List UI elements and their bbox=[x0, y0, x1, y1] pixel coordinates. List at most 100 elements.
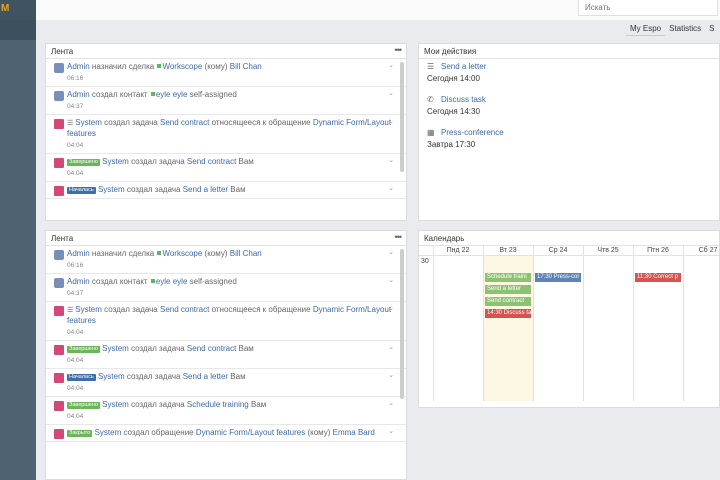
calendar-day-column[interactable] bbox=[683, 246, 719, 401]
feed-time: 04:04 bbox=[67, 142, 84, 149]
scrollbar[interactable] bbox=[400, 249, 404, 399]
feed-link[interactable]: System bbox=[75, 118, 102, 127]
tab-more[interactable]: S bbox=[705, 22, 718, 36]
feed-link[interactable]: Schedule training bbox=[187, 400, 249, 409]
feed-link[interactable]: Admin bbox=[67, 90, 90, 99]
chevron-down-icon[interactable]: ⌄ bbox=[388, 89, 394, 97]
feed-link[interactable]: Bill Chan bbox=[230, 249, 262, 258]
calendar-day-column[interactable] bbox=[483, 246, 533, 401]
feed-link[interactable]: System bbox=[102, 400, 129, 409]
feed-link[interactable]: Bill Chan bbox=[230, 62, 262, 71]
feed-link[interactable]: System bbox=[98, 185, 125, 194]
feed-link[interactable]: Emma Bard bbox=[333, 428, 375, 437]
calendar-event[interactable]: 11:30 Correct p bbox=[635, 273, 681, 282]
tab-my-espo[interactable]: My Espo bbox=[626, 22, 666, 36]
feed-link[interactable]: Workscope bbox=[162, 249, 202, 258]
action-item[interactable]: ✆ Discuss task Сегодня 14:30 bbox=[419, 92, 719, 125]
task-icon bbox=[54, 401, 64, 411]
chevron-down-icon[interactable]: ⌄ bbox=[388, 304, 394, 312]
feed-text: ☰ System создал задача Send contract отн… bbox=[67, 118, 392, 139]
panel-title: Мои действия bbox=[424, 47, 477, 56]
action-time: Сегодня 14:00 bbox=[427, 74, 480, 83]
feed-text-part: создал задача bbox=[101, 118, 160, 127]
task-icon bbox=[54, 306, 64, 316]
feed-item: Admin назначил сделка Workscope (кому) B… bbox=[46, 246, 406, 274]
calendar-day-column[interactable] bbox=[633, 246, 683, 401]
tab-statistics[interactable]: Statistics bbox=[665, 22, 705, 36]
calendar-event[interactable]: Send contract bbox=[485, 297, 531, 306]
chevron-down-icon[interactable]: ⌄ bbox=[388, 117, 394, 125]
feed-text: Admin создал контакт eyle eyle self-assi… bbox=[67, 277, 392, 287]
feed-item: Закрыто System создал обращение Dynamic … bbox=[46, 425, 406, 442]
panel-header: Мои действия bbox=[419, 44, 719, 59]
feed-text: Admin назначил сделка Workscope (кому) B… bbox=[67, 249, 392, 259]
feed-link[interactable]: Admin bbox=[67, 249, 90, 258]
calendar-event[interactable]: Schedule traini bbox=[485, 273, 531, 282]
scrollbar[interactable] bbox=[400, 62, 404, 172]
action-title[interactable]: Press-conference bbox=[441, 128, 504, 137]
feed-link[interactable]: Admin bbox=[67, 62, 90, 71]
calendar-day-column[interactable] bbox=[433, 246, 483, 401]
chevron-down-icon[interactable]: ⌄ bbox=[388, 399, 394, 407]
feed-item: Завершено System создал задача Schedule … bbox=[46, 397, 406, 425]
feed-link[interactable]: Send a letter bbox=[183, 185, 228, 194]
user-icon bbox=[54, 63, 64, 73]
feed-text: Закрыто System создал обращение Dynamic … bbox=[67, 428, 392, 438]
feed-link[interactable]: Send contract bbox=[187, 157, 236, 166]
chevron-down-icon[interactable]: ⌄ bbox=[388, 248, 394, 256]
feed-link[interactable]: Send a letter bbox=[183, 372, 228, 381]
feed-link[interactable]: System bbox=[75, 305, 102, 314]
status-badge: Началась bbox=[67, 374, 96, 381]
feed-link[interactable]: System bbox=[102, 344, 129, 353]
app-logo[interactable]: M bbox=[0, 0, 36, 20]
feed-text-part: относящееся к обращение bbox=[209, 305, 313, 314]
feed-text-part: Вам bbox=[248, 400, 267, 409]
chevron-down-icon[interactable]: ⌄ bbox=[388, 61, 394, 69]
feed-link[interactable]: System bbox=[102, 157, 129, 166]
feed-item: Началась System создал задача Send a let… bbox=[46, 369, 406, 397]
calendar-event[interactable]: 14:30 Discuss ta bbox=[485, 309, 531, 318]
sidebar-active-item[interactable] bbox=[0, 20, 36, 40]
chevron-down-icon[interactable]: ⌄ bbox=[388, 343, 394, 351]
feed-link[interactable]: Admin bbox=[67, 277, 90, 286]
panel-header: Лента ••• bbox=[46, 44, 406, 59]
feed-link[interactable]: Dynamic Form/Layout features bbox=[196, 428, 305, 437]
panel-menu-icon[interactable]: ••• bbox=[395, 45, 403, 55]
list-icon: ☰ bbox=[67, 120, 76, 127]
feed-link[interactable]: Send contract bbox=[160, 305, 209, 314]
feed-time: 04:37 bbox=[67, 103, 84, 110]
action-title[interactable]: Send a letter bbox=[441, 62, 486, 71]
calendar-day-column[interactable] bbox=[583, 246, 633, 401]
chevron-down-icon[interactable]: ⌄ bbox=[388, 156, 394, 164]
feed-text-part: относящееся к обращение bbox=[209, 118, 313, 127]
chevron-down-icon[interactable]: ⌄ bbox=[388, 184, 394, 192]
feed-item: Admin создал контакт eyle eyle self-assi… bbox=[46, 274, 406, 302]
chevron-down-icon[interactable]: ⌄ bbox=[388, 276, 394, 284]
feed-link[interactable]: eyle eyle bbox=[156, 90, 188, 99]
status-badge: Завершено bbox=[67, 402, 100, 409]
calendar-event[interactable]: 17:30 Press-cor bbox=[535, 273, 581, 282]
calendar-event[interactable]: Send a letter bbox=[485, 285, 531, 294]
feed-link[interactable]: Send contract bbox=[160, 118, 209, 127]
feed-text-part: создал контакт bbox=[89, 90, 150, 99]
feed-text-part: создал задача bbox=[124, 372, 183, 381]
action-item[interactable]: ▦ Press-conference Завтра 17:30 bbox=[419, 125, 719, 158]
search-input[interactable] bbox=[578, 0, 718, 16]
calendar-day-column[interactable] bbox=[533, 246, 583, 401]
feed-link[interactable]: eyle eyle bbox=[156, 277, 188, 286]
action-title[interactable]: Discuss task bbox=[441, 95, 486, 104]
status-dot-icon bbox=[157, 251, 162, 255]
action-item[interactable]: ☰ Send a letter Сегодня 14:00 bbox=[419, 59, 719, 92]
feed-link[interactable]: System bbox=[95, 428, 122, 437]
feed-link[interactable]: Workscope bbox=[162, 62, 202, 71]
panel-menu-icon[interactable]: ••• bbox=[395, 232, 403, 242]
chevron-down-icon[interactable]: ⌄ bbox=[388, 427, 394, 435]
status-dot-icon bbox=[150, 279, 155, 283]
list-icon: ☰ bbox=[427, 62, 435, 71]
feed-time: 04:04 bbox=[67, 170, 84, 177]
feed-text: Admin назначил сделка Workscope (кому) B… bbox=[67, 62, 392, 72]
status-dot-icon bbox=[150, 92, 155, 96]
feed-link[interactable]: Send contract bbox=[187, 344, 236, 353]
feed-link[interactable]: System bbox=[98, 372, 125, 381]
chevron-down-icon[interactable]: ⌄ bbox=[388, 371, 394, 379]
